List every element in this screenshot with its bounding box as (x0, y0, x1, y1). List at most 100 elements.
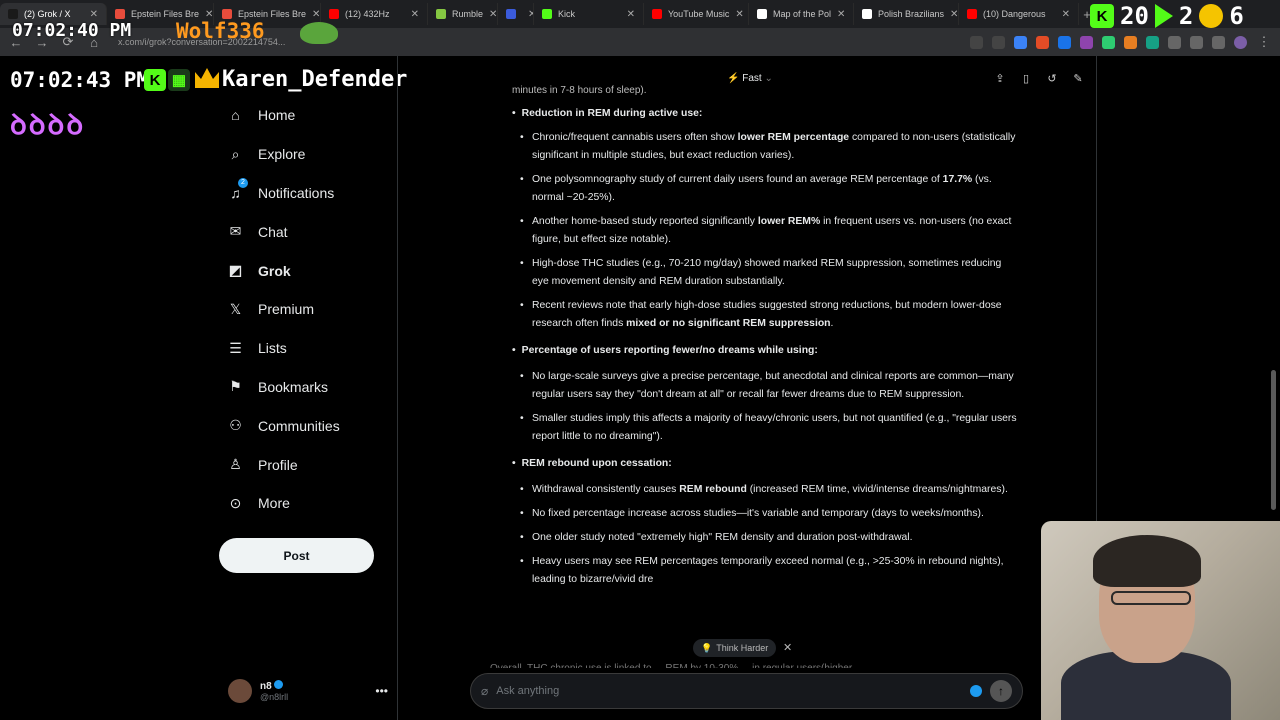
browser-tab[interactable]: (10) Dangerous ✕ (959, 3, 1079, 25)
extension-icon[interactable] (1080, 35, 1093, 49)
list-item: Recent reviews note that early high-dose… (520, 297, 1018, 333)
overlay-clock-main: 07:02:43 PM (10, 68, 150, 92)
tab-close-icon[interactable]: ✕ (950, 9, 958, 20)
bookmark-icon[interactable]: ▯ (1019, 72, 1033, 86)
scrollbar-thumb[interactable] (1271, 370, 1276, 510)
account-switcher[interactable]: n8 @n8lrll ••• (228, 676, 388, 706)
post-button[interactable]: Post (219, 538, 374, 573)
extension-icon[interactable] (1014, 35, 1027, 49)
sidebar-item-label: Notifications (258, 184, 335, 201)
sidebar-item-communities[interactable]: ⚇ Communities (215, 406, 395, 445)
browser-tab[interactable]: Polish Brazilians ✕ (854, 3, 959, 25)
history-icon[interactable]: ↺ (1045, 72, 1059, 86)
close-icon[interactable]: ✕ (783, 641, 792, 654)
list-item: One older study noted "extremely high" R… (520, 529, 1018, 547)
tab-title: (12) 432Hz (345, 9, 390, 19)
send-button[interactable]: ↑ (990, 680, 1012, 702)
avatar (228, 679, 252, 703)
tab-favicon-icon (222, 9, 232, 19)
profile-icon[interactable] (1234, 35, 1247, 49)
list-item: One polysomnography study of current dai… (520, 171, 1018, 207)
extension-icon[interactable] (1146, 35, 1159, 49)
sidebar-item-chat[interactable]: ✉ Chat (215, 212, 395, 251)
bookmark-icon: ⚑ (229, 378, 242, 395)
list-item: Heavy users may see REM percentages temp… (520, 553, 1018, 589)
star-icon[interactable] (992, 35, 1005, 49)
extension-icon[interactable] (1124, 35, 1137, 49)
tab-close-icon[interactable]: ✕ (489, 9, 497, 20)
sidebar-item-bookmarks[interactable]: ⚑ Bookmarks (215, 368, 395, 407)
ask-anything-input[interactable] (496, 685, 962, 697)
tab-close-icon[interactable]: ✕ (411, 9, 419, 20)
sidebar-item-more[interactable]: ⊙ More (215, 484, 395, 523)
sidebar-item-premium[interactable]: 𝕏 Premium (215, 290, 395, 329)
bold-text: mixed or no significant REM suppression (626, 318, 831, 329)
browser-tab[interactable]: Kick ✕ (534, 3, 644, 25)
sidebar-item-label: Communities (258, 417, 340, 434)
emote-face-icon (1199, 4, 1224, 28)
cast-icon[interactable] (970, 35, 983, 49)
sidebar-item-profile[interactable]: ♙ Profile (215, 445, 395, 484)
extension-icon[interactable] (1168, 35, 1181, 49)
sidebar-item-grok[interactable]: ◩ Grok (215, 251, 395, 290)
tab-close-icon[interactable]: ✕ (312, 9, 320, 20)
list-item: Withdrawal consistently causes REM rebou… (520, 481, 1018, 499)
more-horizontal-icon[interactable]: ••• (375, 684, 388, 698)
tab-close-icon[interactable]: ✕ (837, 9, 845, 20)
extension-icon[interactable] (1058, 35, 1071, 49)
text-run: Smaller studies imply this affects a maj… (532, 413, 1017, 442)
webcam-glasses (1111, 591, 1191, 605)
tab-title: Rumble (452, 9, 484, 19)
webcam-overlay (1041, 521, 1280, 720)
text-run: (increased REM time, vivid/intense dream… (746, 484, 1008, 495)
text-run: Heavy users may see REM percentages temp… (532, 556, 1004, 585)
browser-tab[interactable]: YouTube Music ✕ (644, 3, 749, 25)
sidebar-item-notifications[interactable]: ♫ 2 Notifications (215, 174, 395, 213)
think-harder-label: Think Harder (716, 643, 769, 653)
extension-icon[interactable] (1212, 35, 1225, 49)
grok-response: minutes in 7-8 hours of sleep). • Reducti… (498, 82, 1018, 589)
bold-text: 17.7% (942, 174, 973, 185)
tab-close-icon[interactable]: ✕ (205, 9, 213, 20)
think-harder-button[interactable]: 💡 Think Harder (693, 639, 777, 657)
section-heading: • REM rebound upon cessation: (512, 455, 1018, 473)
browser-tab[interactable]: Rumble ✕ (428, 3, 498, 25)
sidebar-item-home[interactable]: ⌂ Home (215, 96, 395, 135)
text-run: Chronic/frequent cannabis users often sh… (532, 132, 738, 143)
tab-favicon-icon (542, 9, 552, 19)
new-chat-icon[interactable]: ✎ (1071, 72, 1085, 86)
section-heading: • Percentage of users reporting fewer/no … (512, 342, 1018, 360)
tab-close-icon[interactable]: ✕ (90, 9, 98, 20)
tab-title: Epstein Files Bre (131, 9, 200, 19)
extension-icon[interactable] (1036, 35, 1049, 49)
section-heading-text: REM rebound upon cessation: (521, 458, 672, 469)
tab-favicon-icon (436, 9, 446, 19)
list-item: Smaller studies imply this affects a maj… (520, 410, 1018, 446)
extension-icon[interactable] (1190, 35, 1203, 49)
text-run: One older study noted "extremely high" R… (532, 532, 913, 543)
sidebar-item-label: Chat (258, 223, 288, 240)
tab-close-icon[interactable]: ✕ (627, 9, 635, 20)
search-icon: ⌕ (231, 145, 240, 162)
tab-close-icon[interactable]: ✕ (1062, 9, 1070, 20)
account-name: n8 (260, 681, 272, 692)
overlay-purple-glyphs: ꝺꝺꝺꝺ (10, 108, 86, 141)
section-heading: • Reduction in REM during active use: (512, 105, 1018, 123)
tab-title: Epstein Files Bre (238, 9, 307, 19)
sidebar-item-explore[interactable]: ⌕ Explore (215, 135, 395, 174)
tab-favicon-icon (652, 9, 662, 19)
bell-icon: ♫ 2 (227, 178, 248, 201)
sidebar-item-lists[interactable]: ☰ Lists (215, 329, 395, 368)
browser-tab[interactable]: ✕ (498, 3, 534, 25)
sidebar-item-label: Profile (258, 456, 298, 473)
browser-tab[interactable]: (12) 432Hz ✕ (321, 3, 428, 25)
tab-title: (10) Dangerous (983, 9, 1046, 19)
extension-icon[interactable] (1102, 35, 1115, 49)
text-run: Withdrawal consistently causes (532, 484, 680, 495)
bold-text: lower REM percentage (737, 132, 850, 143)
attach-icon[interactable]: ⌀ (481, 684, 488, 698)
tab-close-icon[interactable]: ✕ (735, 9, 743, 20)
browser-tab[interactable]: Map of the Pol ✕ (749, 3, 854, 25)
check-icon[interactable] (970, 685, 982, 697)
browser-menu-icon[interactable]: ⋮ (1256, 34, 1272, 50)
